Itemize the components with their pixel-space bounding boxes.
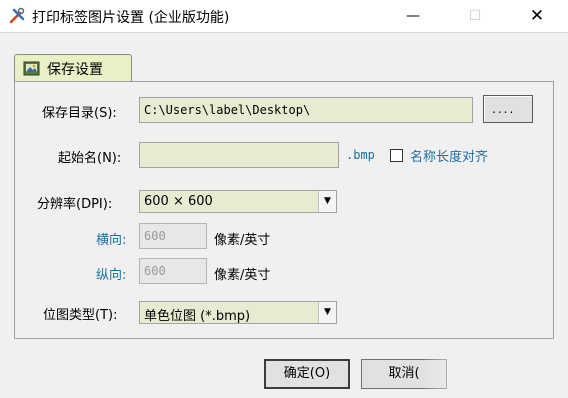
close-button[interactable]: ✕: [522, 4, 552, 28]
window-title: 打印标签图片设置 (企业版功能): [32, 10, 230, 26]
blur-overlay: [420, 352, 568, 398]
title-divider: [0, 32, 568, 33]
horizontal-unit: 像素/英寸: [214, 233, 271, 248]
vertical-label: 纵向:: [96, 268, 127, 283]
save-dir-label: 保存目录(S):: [42, 106, 117, 121]
minimize-button[interactable]: —: [398, 4, 428, 28]
save-dir-input[interactable]: C:\Users\label\Desktop\: [139, 97, 473, 123]
tab-label: 保存设置: [47, 62, 103, 78]
save-image-icon: [23, 61, 40, 76]
title-bar: 打印标签图片设置 (企业版功能) — ☐ ✕: [0, 0, 568, 32]
tab-save-settings[interactable]: 保存设置: [14, 54, 132, 82]
chevron-down-icon: ▼: [318, 302, 336, 323]
horizontal-label: 横向:: [96, 233, 127, 248]
dpi-value: 600 × 600: [144, 194, 213, 209]
browse-button[interactable]: ....: [483, 95, 533, 123]
bitmap-type-select[interactable]: 单色位图 (*.bmp) ▼: [139, 301, 337, 324]
bitmap-type-label: 位图类型(T):: [43, 308, 118, 323]
maximize-button[interactable]: ☐: [460, 4, 490, 28]
start-name-label: 起始名(N):: [58, 151, 122, 166]
tools-icon: [9, 7, 25, 24]
dpi-label: 分辨率(DPI):: [37, 197, 113, 212]
name-align-checkbox[interactable]: [390, 149, 403, 162]
dpi-select[interactable]: 600 × 600 ▼: [139, 190, 337, 213]
extension-label: .bmp: [346, 148, 375, 162]
vertical-input[interactable]: 600: [139, 258, 207, 284]
horizontal-input[interactable]: 600: [139, 223, 207, 249]
name-align-label: 名称长度对齐: [410, 150, 489, 165]
bitmap-type-value: 单色位图 (*.bmp): [144, 309, 251, 324]
chevron-down-icon: ▼: [318, 191, 336, 212]
ok-button[interactable]: 确定(O): [264, 359, 350, 389]
browse-label: ....: [492, 102, 516, 116]
start-name-input[interactable]: [139, 142, 339, 168]
vertical-unit: 像素/英寸: [214, 268, 271, 283]
